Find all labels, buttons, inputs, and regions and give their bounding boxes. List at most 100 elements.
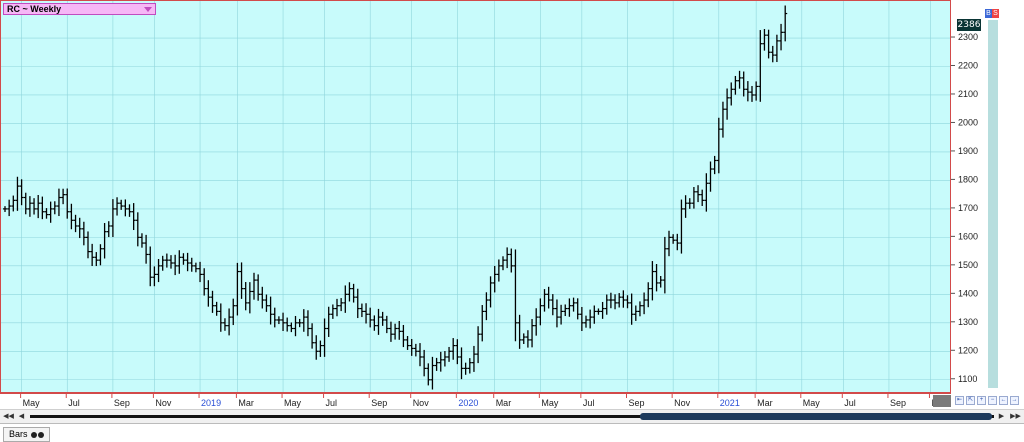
price-bar — [310, 323, 315, 349]
price-bar — [86, 231, 90, 259]
zoom-region-icon[interactable]: ⇱ — [966, 396, 975, 405]
price-bar — [725, 88, 730, 120]
price-bar — [401, 324, 406, 348]
price-bar — [123, 199, 128, 217]
bars-tab-label: Bars — [9, 429, 28, 439]
scroll-start-icon[interactable]: ◀◀ — [3, 412, 14, 422]
zoom-fit-icon[interactable]: ⇤ — [955, 396, 964, 405]
price-bar — [467, 358, 472, 374]
price-bar — [139, 233, 144, 248]
zoom-out-icon[interactable]: − — [988, 396, 997, 405]
axis-corner-box[interactable] — [933, 395, 951, 407]
price-tick-label: 1800 — [958, 174, 978, 184]
price-bar — [388, 321, 393, 342]
scroll-right-arrow-icon[interactable]: ▶ — [996, 412, 1007, 422]
price-bar — [513, 249, 518, 342]
time-tick-label: Nov — [155, 398, 172, 408]
chart-mini-toolbar: ⇤ ⇱ + − ← → — [955, 396, 1019, 406]
scroll-end-icon[interactable]: ▶▶ — [1010, 412, 1021, 422]
sell-button[interactable]: S — [992, 9, 999, 18]
price-bar — [23, 192, 28, 215]
scroll-left-icon[interactable]: ← — [999, 396, 1008, 405]
scroll-left-arrow-icon[interactable]: ◀ — [16, 412, 27, 422]
price-bar — [667, 230, 671, 257]
price-bar — [542, 289, 547, 312]
price-bar — [550, 294, 555, 316]
price-bar — [770, 45, 775, 63]
price-bar — [783, 5, 788, 42]
price-bar — [455, 339, 460, 365]
price-bar — [447, 346, 452, 362]
price-bar — [741, 71, 746, 97]
chart-area[interactable]: RC ~ Weekly — [0, 0, 951, 393]
price-bar — [281, 312, 286, 332]
price-bar — [301, 309, 306, 332]
price-bar — [359, 303, 364, 318]
time-tick-label: Mar — [496, 398, 512, 408]
time-tick-label: May — [541, 398, 559, 408]
price-bar — [115, 197, 120, 216]
price-bar — [700, 189, 705, 206]
price-tick-label: 1500 — [958, 260, 978, 270]
price-bar — [754, 81, 759, 101]
time-tick-label: Nov — [413, 398, 430, 408]
price-bar — [737, 70, 742, 89]
price-bar — [227, 308, 232, 336]
price-bar — [642, 292, 647, 315]
price-bar — [3, 206, 7, 212]
price-bar — [509, 248, 514, 273]
price-bar — [135, 212, 140, 247]
bars-tab[interactable]: Bars — [3, 427, 51, 442]
price-bar — [318, 340, 323, 357]
price-bar — [480, 305, 485, 342]
buy-button[interactable]: B — [985, 9, 992, 18]
price-bar — [222, 318, 227, 331]
price-bar — [326, 306, 331, 337]
price-bar — [575, 298, 580, 320]
price-bar — [256, 274, 261, 301]
price-bar — [119, 199, 124, 210]
price-bar — [52, 201, 57, 215]
price-bar — [127, 204, 132, 217]
price-bar — [779, 23, 784, 51]
price-bar — [766, 29, 771, 59]
price-tick-label: 2100 — [958, 89, 978, 99]
time-tick-label: Jul — [844, 398, 856, 408]
price-bar — [517, 314, 522, 349]
price-tick-label: 1700 — [958, 203, 978, 213]
price-scale-strip[interactable] — [988, 20, 998, 388]
price-bar — [588, 309, 593, 329]
price-bar — [546, 286, 551, 309]
price-bar — [384, 315, 389, 334]
price-bar — [683, 195, 688, 218]
horizontal-scrollbar[interactable]: ◀◀ ◀ ▶ ▶▶ — [0, 409, 1024, 423]
price-bar — [471, 345, 476, 372]
symbol-timeframe-dropdown[interactable]: RC ~ Weekly — [3, 3, 156, 15]
last-price-badge: 2386 — [957, 19, 981, 31]
price-bar — [675, 233, 680, 251]
price-bar — [264, 294, 269, 312]
price-tick-label: 1600 — [958, 231, 978, 241]
price-bar — [339, 298, 344, 312]
scrollbar-thumb[interactable] — [640, 413, 992, 420]
price-bar — [7, 199, 12, 217]
price-bar — [716, 117, 721, 174]
price-chart — [1, 1, 950, 392]
price-bar — [376, 308, 381, 335]
price-bar — [434, 357, 439, 371]
scroll-right-icon[interactable]: → — [1010, 396, 1019, 405]
price-bar — [774, 34, 779, 63]
price-bar — [712, 155, 717, 175]
price-bar — [110, 199, 115, 237]
price-bar — [397, 320, 402, 340]
price-bar — [148, 246, 153, 287]
price-bar — [442, 351, 447, 367]
time-axis: May Jul Sep Nov 2019 Mar May Jul Sep Nov 2020 Mar Ma… — [0, 393, 951, 409]
price-bar — [704, 173, 709, 212]
time-tick-label: 2020 — [458, 398, 478, 408]
chevron-down-icon — [144, 7, 152, 12]
price-bar — [696, 185, 701, 203]
price-bar — [347, 282, 352, 302]
price-tick-label: 2000 — [958, 117, 978, 127]
zoom-in-icon[interactable]: + — [977, 396, 986, 405]
